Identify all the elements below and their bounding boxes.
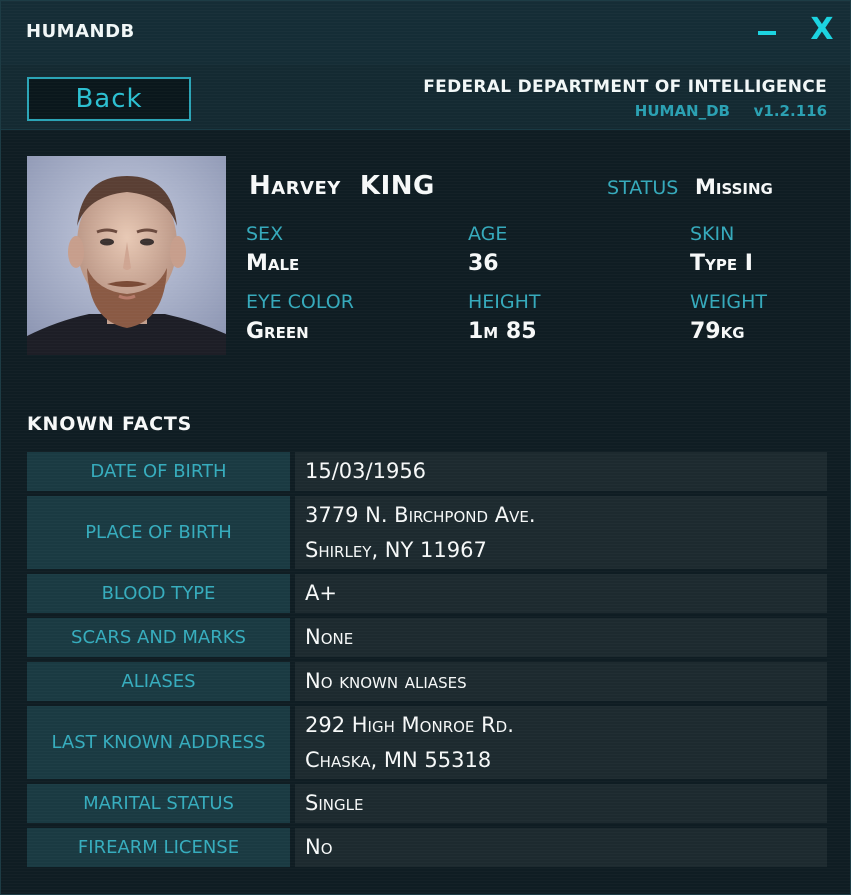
- fact-value: A+: [295, 574, 827, 613]
- fact-label: LAST KNOWN ADDRESS: [27, 706, 290, 779]
- height-label: HEIGHT: [468, 291, 541, 313]
- fact-value: None: [295, 618, 827, 657]
- fact-value-line: 292 High Monroe Rd.: [305, 712, 514, 737]
- fact-label: DATE OF BIRTH: [27, 452, 290, 491]
- fact-label: SCARS AND MARKS: [27, 618, 290, 657]
- back-button[interactable]: Back: [27, 77, 191, 121]
- database-name: HUMAN_DB: [634, 102, 730, 120]
- fact-label: ALIASES: [27, 662, 290, 701]
- sex-value: Male: [246, 251, 300, 276]
- first-name: Harvey: [249, 171, 341, 201]
- close-icon[interactable]: X: [807, 13, 837, 47]
- fact-value-line: Chaska, MN 55318: [305, 747, 492, 772]
- fact-row-date-of-birth: DATE OF BIRTH 15/03/1956: [27, 452, 827, 491]
- fact-value: No: [295, 828, 827, 867]
- fact-value-line: 3779 N. Birchpond Ave.: [305, 502, 536, 527]
- fact-value: Single: [295, 784, 827, 823]
- known-facts-table: DATE OF BIRTH 15/03/1956 PLACE OF BIRTH …: [27, 452, 827, 872]
- fact-value: 3779 N. Birchpond Ave. Shirley, NY 11967: [295, 496, 827, 569]
- fact-value-line: A+: [305, 581, 337, 605]
- fact-value-line: Shirley, NY 11967: [305, 537, 487, 562]
- weight-value: 79kg: [690, 319, 745, 344]
- status-label: STATUS: [607, 177, 679, 199]
- fact-value: No known aliases: [295, 662, 827, 701]
- fact-value-line: Single: [305, 791, 364, 815]
- title-bar: HUMANDB X: [1, 1, 850, 65]
- fact-label: PLACE OF BIRTH: [27, 496, 290, 569]
- database-version: v1.2.116: [753, 102, 827, 120]
- fact-row-marital-status: MARITAL STATUS Single: [27, 784, 827, 823]
- app-title: HUMANDB: [26, 21, 135, 42]
- last-name: KING: [359, 171, 435, 201]
- fact-label: BLOOD TYPE: [27, 574, 290, 613]
- fact-value: 292 High Monroe Rd. Chaska, MN 55318: [295, 706, 827, 779]
- minimize-icon[interactable]: [756, 17, 780, 47]
- skin-value: Type I: [690, 251, 753, 276]
- skin-label: SKIN: [690, 223, 735, 245]
- height-value: 1m 85: [468, 319, 537, 344]
- weight-label: WEIGHT: [690, 291, 768, 313]
- fact-row-aliases: ALIASES No known aliases: [27, 662, 827, 701]
- fact-value-line: 15/03/1956: [305, 459, 427, 483]
- sex-label: SEX: [246, 223, 284, 245]
- eye-color-value: Green: [246, 319, 309, 344]
- fact-value: 15/03/1956: [295, 452, 827, 491]
- fact-row-last-known-address: LAST KNOWN ADDRESS 292 High Monroe Rd. C…: [27, 706, 827, 779]
- eye-color-label: EYE COLOR: [246, 291, 354, 313]
- fact-row-scars-and-marks: SCARS AND MARKS None: [27, 618, 827, 657]
- header-band: Back FEDERAL DEPARTMENT OF INTELLIGENCE …: [1, 65, 850, 130]
- fact-label: FIREARM LICENSE: [27, 828, 290, 867]
- age-value: 36: [468, 251, 499, 276]
- fact-value-line: None: [305, 625, 354, 649]
- fact-row-firearm-license: FIREARM LICENSE No: [27, 828, 827, 867]
- age-label: AGE: [468, 223, 508, 245]
- fact-label: MARITAL STATUS: [27, 784, 290, 823]
- person-name: Harvey KING: [249, 171, 435, 201]
- fact-value-line: No: [305, 835, 333, 859]
- known-facts-heading: KNOWN FACTS: [27, 413, 193, 435]
- fact-row-blood-type: BLOOD TYPE A+: [27, 574, 827, 613]
- fact-value-line: No known aliases: [305, 669, 467, 693]
- agency-name: FEDERAL DEPARTMENT OF INTELLIGENCE: [423, 77, 827, 97]
- humandb-window: HUMANDB X Back FEDERAL DEPARTMENT OF INT…: [0, 0, 851, 895]
- profile-photo: [27, 156, 226, 355]
- fact-row-place-of-birth: PLACE OF BIRTH 3779 N. Birchpond Ave. Sh…: [27, 496, 827, 569]
- status-value: Missing: [695, 175, 773, 199]
- portrait-image: [27, 156, 226, 355]
